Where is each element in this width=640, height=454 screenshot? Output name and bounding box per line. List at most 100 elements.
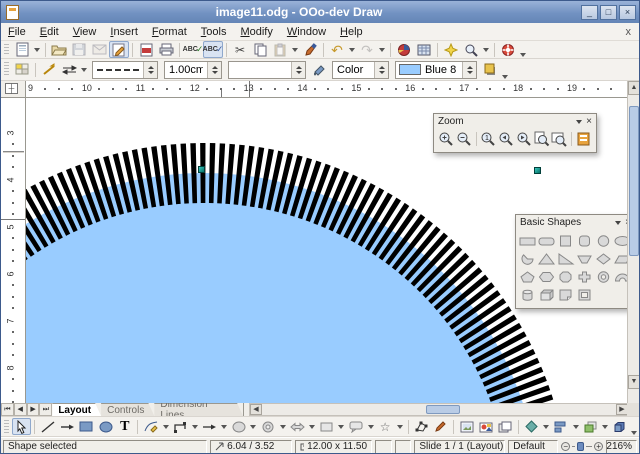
zoom-floating-toolbar[interactable]: Zoom × 1	[433, 113, 597, 153]
shape-square[interactable]	[556, 232, 575, 250]
scroll-up-icon[interactable]: ▲	[628, 81, 640, 95]
alignment-button[interactable]	[551, 418, 570, 435]
arrow-style-button[interactable]	[59, 61, 79, 78]
new-document-button[interactable]	[12, 41, 32, 58]
connector-tool-button[interactable]	[171, 418, 190, 435]
lines-arrows-dropdown-icon[interactable]	[221, 425, 227, 429]
menu-view[interactable]: View	[66, 25, 104, 39]
vertical-scrollbar[interactable]: ▲ ▼	[627, 81, 639, 403]
insert-picture-button[interactable]	[457, 418, 476, 435]
shape-right-triangle[interactable]	[556, 250, 575, 268]
rotate-button[interactable]	[522, 418, 541, 435]
undo-dropdown-icon[interactable]	[349, 48, 355, 52]
shape-square-rounded[interactable]	[575, 232, 594, 250]
zoom-entire-page-button[interactable]	[533, 130, 551, 148]
fill-color-combo[interactable]: Blue 8	[395, 61, 477, 79]
panel-close-icon[interactable]: ×	[586, 117, 592, 127]
first-page-button[interactable]: ⏮	[1, 403, 14, 416]
open-button[interactable]	[49, 41, 69, 58]
new-dropdown-icon[interactable]	[34, 48, 40, 52]
previous-page-button[interactable]: ◀	[14, 403, 27, 416]
shape-diamond[interactable]	[594, 250, 613, 268]
display-grid-button[interactable]	[414, 41, 434, 58]
toolbar-options-icon[interactable]	[520, 53, 526, 57]
vertical-scroll-thumb[interactable]	[629, 106, 639, 256]
cursor-position-field[interactable]: 6.04 / 3.52	[210, 440, 292, 454]
redo-dropdown-icon[interactable]	[379, 48, 385, 52]
shape-regular-pentagon[interactable]	[518, 268, 537, 286]
shape-circle[interactable]	[594, 232, 613, 250]
help-button[interactable]	[498, 41, 518, 58]
select-button[interactable]	[12, 418, 31, 435]
basic-shapes-button[interactable]	[229, 418, 248, 435]
fill-type-combo[interactable]: Color	[332, 61, 389, 79]
undo-button[interactable]: ↶	[327, 41, 347, 58]
menu-format[interactable]: Format	[145, 25, 194, 39]
duplicate-button[interactable]	[496, 418, 515, 435]
copy-button[interactable]	[250, 41, 270, 58]
ellipse-tool-button[interactable]	[96, 418, 115, 435]
alignment-dropdown-icon[interactable]	[573, 425, 579, 429]
zoom-dropdown-icon[interactable]	[483, 48, 489, 52]
line-color-combo[interactable]	[228, 61, 306, 79]
paste-button[interactable]	[270, 41, 290, 58]
line-color-input[interactable]	[229, 64, 291, 76]
symbol-shapes-dropdown-icon[interactable]	[280, 425, 286, 429]
callouts-dropdown-icon[interactable]	[368, 425, 374, 429]
stars-dropdown-icon[interactable]	[397, 425, 403, 429]
basic-shapes-dropdown-icon[interactable]	[250, 425, 256, 429]
horizontal-scroll-thumb[interactable]	[426, 405, 460, 414]
line-color-spinner[interactable]	[291, 62, 305, 78]
arrange-button[interactable]	[581, 418, 600, 435]
selection-handle[interactable]	[198, 166, 205, 173]
scroll-left-icon[interactable]: ◀	[250, 404, 262, 415]
save-button[interactable]	[69, 41, 89, 58]
menu-help[interactable]: Help	[333, 25, 370, 39]
extrusion-button[interactable]	[610, 418, 629, 435]
ruler-origin-button[interactable]: ┼	[1, 81, 26, 98]
slide-indicator[interactable]: Slide 1 / 1 (Layout)	[414, 440, 505, 454]
zoom-out-button[interactable]	[455, 130, 473, 148]
toolbar-grip[interactable]	[4, 44, 9, 56]
callouts-button[interactable]	[346, 418, 365, 435]
line-dialog-button[interactable]	[39, 61, 59, 78]
zoom-previous-button[interactable]	[497, 130, 515, 148]
menu-file[interactable]: File	[1, 25, 33, 39]
print-button[interactable]	[156, 41, 176, 58]
shape-cross[interactable]	[575, 268, 594, 286]
spellcheck-button[interactable]: ABC ✓	[183, 41, 203, 58]
menu-tools[interactable]: Tools	[194, 25, 234, 39]
text-tool-button[interactable]: T	[115, 418, 134, 435]
edit-file-button[interactable]	[109, 41, 129, 58]
gallery-button[interactable]	[477, 418, 496, 435]
object-size-field[interactable]: 12.00 x 11.50	[295, 440, 372, 454]
fill-color-spinner[interactable]	[462, 62, 476, 78]
page-style-field[interactable]: Default	[508, 440, 558, 454]
zoom-button[interactable]	[461, 41, 481, 58]
flowchart-button[interactable]	[317, 418, 336, 435]
shape-ring[interactable]	[594, 268, 613, 286]
shape-trapezoid[interactable]	[575, 250, 594, 268]
arrow-style-dropdown-icon[interactable]	[81, 68, 87, 72]
menu-insert[interactable]: Insert	[103, 25, 145, 39]
shape-circle-pie[interactable]	[518, 250, 537, 268]
curve-tool-button[interactable]	[141, 418, 160, 435]
next-page-button[interactable]: ▶	[27, 403, 40, 416]
shape-hexagon[interactable]	[537, 268, 556, 286]
format-paintbrush-button[interactable]	[300, 41, 320, 58]
insert-chart-button[interactable]	[394, 41, 414, 58]
block-arrows-button[interactable]	[288, 418, 307, 435]
email-button[interactable]	[89, 41, 109, 58]
drawing-canvas[interactable]: Zoom × 1	[26, 98, 629, 403]
edit-points-button[interactable]	[412, 418, 431, 435]
shape-octagon[interactable]	[556, 268, 575, 286]
zoom-page-width-button[interactable]	[550, 130, 568, 148]
line-width-input[interactable]	[165, 64, 207, 76]
shape-cylinder[interactable]	[518, 286, 537, 304]
shapes-panel-titlebar[interactable]: Basic Shapes ×	[516, 215, 629, 230]
line-tool-button[interactable]	[38, 418, 57, 435]
toolbar-grip[interactable]	[4, 420, 9, 433]
line-width-field[interactable]	[164, 61, 222, 79]
horizontal-scrollbar[interactable]: ◀ ▶	[249, 403, 629, 416]
cut-button[interactable]: ✂	[230, 41, 250, 58]
